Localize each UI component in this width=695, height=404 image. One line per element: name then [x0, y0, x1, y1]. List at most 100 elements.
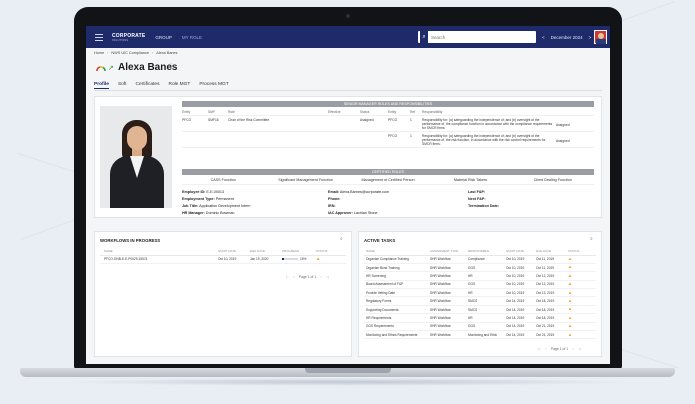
detail-job-title: Job Title: Application Development Inter… — [182, 204, 251, 208]
next-page-button[interactable]: > — [320, 275, 322, 279]
task-name[interactable]: HR Requirements — [364, 316, 430, 320]
table-row[interactable]: HR Requirements SHR Workflow HR Oct 14, 201… — [364, 314, 596, 323]
search-icon[interactable]: ⌕ — [340, 236, 343, 242]
nav-my-role[interactable]: MY ROLE — [182, 35, 202, 40]
table-row[interactable]: Board Assessment of F&P SHR Workflow GGS Oc… — [364, 281, 596, 290]
date-navigator: < December 2024 > — [542, 26, 591, 48]
prev-page-button[interactable]: < — [545, 347, 547, 351]
workflow-name[interactable]: PFCO-ONB-E-E-P0029-15574 — [100, 257, 218, 261]
breadcrumb-home[interactable]: Home — [94, 51, 104, 55]
tab-soft[interactable]: Soft — [118, 82, 127, 89]
info-icon[interactable]: ⓘ — [169, 63, 174, 70]
warning-icon: ▲ — [568, 289, 573, 295]
table-row[interactable]: PFCO 1 Responsibility for: (a) safeguard… — [182, 132, 594, 148]
search-icon[interactable]: ⌕ — [590, 236, 593, 242]
workflows-title: WORKFLOWS IN PROGRESS — [100, 238, 161, 243]
table-cell: Oct 10, 2019 — [506, 290, 525, 295]
task-name[interactable]: Provide Vetting Date — [364, 291, 430, 295]
task-name[interactable]: Supporting Documents — [364, 308, 430, 312]
column-header: SMF — [208, 109, 215, 114]
progress-fill — [282, 258, 285, 261]
detail-next-fp: Next F&P: — [468, 197, 486, 201]
column-header: STATUS — [568, 249, 580, 253]
table-row[interactable]: PFCO SMF16 Chair of the Risk Committee A… — [182, 116, 594, 132]
profile-photo — [100, 106, 172, 208]
detail-phone: Phone: — [328, 197, 341, 201]
column-header: ASSIGNMENT TYPE — [430, 249, 459, 253]
last-page-button[interactable]: >| — [326, 275, 329, 279]
table-cell: Oct 10, 2019 — [506, 273, 525, 278]
global-search[interactable]: ⌕ — [418, 31, 536, 43]
base-shadow — [60, 378, 635, 386]
user-avatar[interactable] — [594, 30, 607, 44]
column-header: Effective — [328, 109, 341, 114]
table-row[interactable]: Supporting Documents SHR Workflow SMCS Oct … — [364, 306, 596, 315]
task-name[interactable]: Monitoring and Ethics Requirements — [364, 333, 430, 337]
table-cell: Oct 21, 2019 — [536, 324, 555, 329]
table-row[interactable]: GGS Requirements SHR Workflow GGS Oct 14, 2… — [364, 323, 596, 332]
detail-termination-date: Termination Date: — [468, 204, 500, 208]
detail-email: Email: Alexa.Barnes@corporate.com — [328, 190, 390, 194]
breadcrumb-current: Alexa Banes — [156, 51, 178, 55]
table-cell: HR — [468, 315, 473, 320]
table-row[interactable]: Organise Bond Training SHR Workflow GGS Oct… — [364, 264, 596, 273]
gauge-icon — [96, 66, 106, 71]
tab-role-mgt[interactable]: Role MGT — [168, 82, 190, 89]
search-icon[interactable]: ⌕ — [420, 31, 428, 43]
column-header: Responsibility — [422, 109, 443, 114]
table-cell: PFCO — [388, 117, 398, 122]
task-name[interactable]: HR Screening — [364, 274, 430, 278]
detail-irn: IRN: — [328, 204, 336, 208]
base-notch — [305, 368, 391, 373]
table-cell: Responsibility for: (a) safeguarding the… — [422, 133, 546, 146]
employee-details: Employee ID: E-E-00013 Email: Alexa.Barn… — [182, 190, 594, 215]
table-row[interactable]: Organise Compliance Training SHR Workflow… — [364, 256, 596, 264]
table-cell: PFCO — [388, 133, 398, 138]
task-name[interactable]: GGS Requirements — [364, 324, 430, 328]
search-input[interactable] — [431, 34, 521, 40]
first-page-button[interactable]: |< — [286, 275, 289, 279]
warning-icon: ▲ — [568, 256, 573, 262]
prev-month-button[interactable]: < — [542, 35, 545, 40]
table-cell: SHR Workflow — [430, 332, 451, 337]
table-row[interactable]: Monitoring and Ethics Requirements SHR Wo… — [364, 331, 596, 340]
warning-icon: ▲ — [316, 256, 321, 262]
active-tasks-title: ACTIVE TASKS — [364, 238, 396, 243]
table-row[interactable]: PFCO-ONB-E-E-P0029-15574 Oct 10, 2019 Ja… — [100, 256, 346, 264]
table-cell: HR — [468, 290, 473, 295]
tab-process-mgt[interactable]: Process MGT — [199, 82, 228, 89]
table-row[interactable]: HR Screening SHR Workflow HR Oct 10, 2019 Oc… — [364, 272, 596, 281]
detail-last-fp: Last F&P: — [468, 190, 486, 194]
column-header: NAME — [366, 249, 375, 253]
task-name[interactable]: Organise Bond Training — [364, 266, 430, 270]
column-header: STATUS — [316, 249, 328, 253]
tab-profile[interactable]: Profile — [94, 82, 109, 89]
brand-logo[interactable]: CORPORATE SOLUTIONS — [112, 33, 145, 42]
detail-iac-approver: IAC Approver: Lachlan Stone — [328, 211, 378, 215]
table-cell: SHR Workflow — [430, 315, 451, 320]
table-cell: SMCS — [468, 299, 478, 304]
table-cell: SHR Workflow — [430, 290, 451, 295]
breadcrumb-section[interactable]: NWS UIC Compliance — [111, 51, 149, 55]
task-name[interactable]: Regulatory Forms — [364, 299, 430, 303]
laptop-base — [0, 368, 695, 404]
table-row[interactable]: Provide Vetting Date SHR Workflow HR Oct 10… — [364, 289, 596, 298]
tab-certificates[interactable]: Certificates — [135, 82, 159, 89]
table-row[interactable]: Regulatory Forms SHR Workflow SMCS Oct 14, … — [364, 297, 596, 306]
menu-icon[interactable] — [90, 33, 108, 41]
warning-icon: ▲ — [568, 281, 573, 287]
next-page-button[interactable]: > — [572, 347, 574, 351]
prev-page-button[interactable]: < — [293, 275, 295, 279]
next-month-button[interactable]: > — [589, 35, 592, 40]
first-page-button[interactable]: |< — [538, 347, 541, 351]
table-cell: Compliance — [468, 257, 485, 262]
column-header: Entity — [182, 109, 191, 114]
task-name[interactable]: Organise Compliance Training — [364, 257, 430, 261]
table-cell: GGS — [468, 282, 476, 287]
top-navigation-bar: CORPORATE SOLUTIONS GROUP MY ROLE ⌕ < De… — [86, 26, 610, 48]
nav-group[interactable]: GROUP — [155, 35, 172, 40]
table-cell: Responsibility for: (a) safeguarding the… — [422, 117, 553, 130]
column-header: Status — [360, 109, 370, 114]
last-page-button[interactable]: >| — [578, 347, 581, 351]
task-name[interactable]: Board Assessment of F&P — [364, 282, 430, 286]
